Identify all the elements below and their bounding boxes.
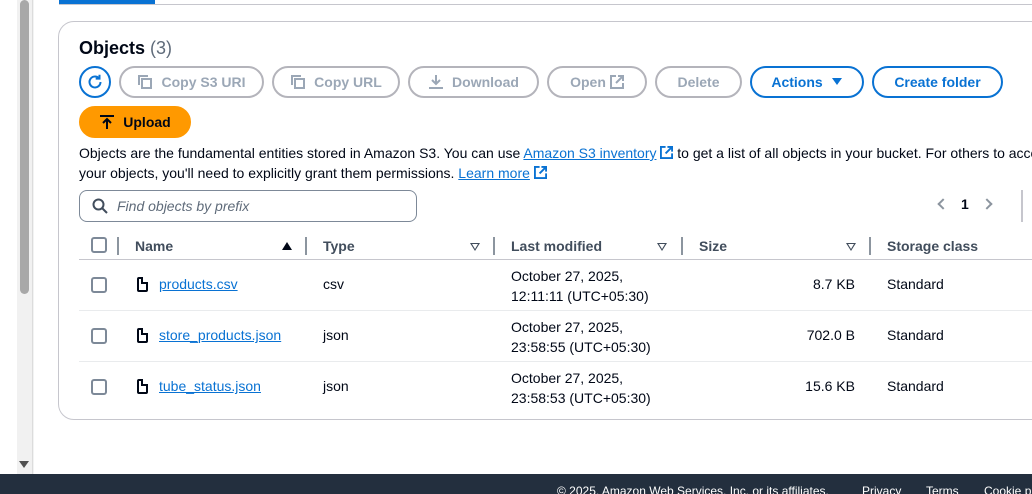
refresh-icon [88, 74, 102, 89]
file-icon [137, 277, 148, 292]
column-divider[interactable] [305, 237, 307, 255]
modified-time: 23:58:55 (UTC+05:30) [511, 339, 651, 355]
page-footer: © 2025, Amazon Web Services, Inc. or its… [0, 474, 1032, 494]
copy-s3-uri-button[interactable]: Copy S3 URI [119, 66, 264, 98]
table-row[interactable]: products.csv csv October 27, 2025, 12:11… [79, 260, 1032, 311]
table-row[interactable]: tube_status.json json October 27, 2025, … [79, 362, 1032, 413]
object-size: 15.6 KB [805, 378, 855, 394]
learn-more-link[interactable]: Learn more [458, 165, 530, 181]
tab-active-indicator [59, 0, 155, 4]
object-storage-class: Standard [887, 276, 944, 292]
object-last-modified: October 27, 2025, 23:58:55 (UTC+05:30) [511, 317, 651, 357]
object-last-modified: October 27, 2025, 23:58:53 (UTC+05:30) [511, 368, 651, 408]
modified-time: 12:11:11 (UTC+05:30) [511, 288, 649, 304]
row-checkbox[interactable] [91, 379, 107, 395]
column-header-last-modified[interactable]: Last modified [511, 238, 602, 254]
row-checkbox[interactable] [91, 277, 107, 293]
download-label: Download [452, 74, 519, 90]
search-input[interactable] [117, 198, 397, 214]
object-storage-class: Standard [887, 327, 944, 343]
column-header-size[interactable]: Size [699, 238, 727, 254]
objects-table: Name Type Last modified Size Storage cla… [79, 234, 1032, 413]
sort-icon[interactable] [470, 243, 480, 252]
file-icon [137, 379, 148, 394]
column-header-name[interactable]: Name [135, 238, 173, 254]
object-name-link[interactable]: store_products.json [159, 327, 281, 343]
column-divider [117, 237, 119, 255]
copy-url-label: Copy URL [314, 74, 382, 90]
actions-dropdown[interactable]: Actions [750, 66, 864, 98]
external-link-icon [660, 146, 674, 159]
delete-button[interactable]: Delete [655, 66, 742, 98]
chevron-right-icon[interactable] [981, 198, 993, 210]
download-button[interactable]: Download [408, 66, 539, 98]
footer-cookie-link[interactable]: Cookie p [984, 484, 1031, 494]
row-checkbox[interactable] [91, 328, 107, 344]
object-type: json [323, 327, 349, 343]
create-folder-label: Create folder [894, 74, 981, 90]
object-name-link[interactable]: tube_status.json [159, 378, 261, 394]
page-number[interactable]: 1 [961, 196, 969, 212]
external-link-icon [609, 75, 624, 89]
column-divider[interactable] [493, 237, 495, 255]
open-label: Open [570, 74, 606, 90]
column-header-type[interactable]: Type [323, 238, 355, 254]
scroll-down-arrow-icon[interactable] [19, 461, 29, 468]
sort-icon[interactable] [657, 243, 667, 252]
footer-terms-link[interactable]: Terms [926, 484, 959, 494]
file-icon [137, 328, 148, 343]
object-storage-class: Standard [887, 378, 944, 394]
chevron-left-icon[interactable] [937, 198, 949, 210]
modified-date: October 27, 2025, [511, 370, 624, 386]
modified-date: October 27, 2025, [511, 319, 624, 335]
refresh-button[interactable] [79, 66, 111, 98]
copy-s3-uri-label: Copy S3 URI [161, 74, 246, 90]
object-size: 702.0 B [806, 327, 855, 343]
copy-icon [291, 75, 306, 89]
select-all-checkbox[interactable] [91, 237, 107, 253]
description-text-1: Objects are the fundamental entities sto… [79, 145, 521, 161]
objects-title: Objects [79, 38, 146, 58]
upload-icon [100, 115, 115, 129]
copy-url-button[interactable]: Copy URL [272, 66, 400, 98]
create-folder-button[interactable]: Create folder [872, 66, 1003, 98]
modified-time: 23:58:53 (UTC+05:30) [511, 390, 651, 406]
object-type: csv [323, 276, 344, 292]
pager-divider [1021, 190, 1023, 222]
caret-down-icon [831, 78, 842, 85]
open-button[interactable]: Open [547, 66, 647, 98]
upload-button[interactable]: Upload [79, 106, 191, 138]
external-link-icon [533, 166, 547, 179]
column-header-storage-class[interactable]: Storage class [887, 238, 978, 254]
pagination: 1 [937, 196, 993, 212]
table-header: Name Type Last modified Size Storage cla… [79, 234, 1032, 260]
search-box[interactable] [79, 190, 417, 222]
objects-heading: Objects (3) [79, 38, 172, 59]
footer-privacy-link[interactable]: Privacy [862, 484, 901, 494]
object-type: json [323, 378, 349, 394]
column-divider[interactable] [869, 237, 871, 255]
object-last-modified: October 27, 2025, 12:11:11 (UTC+05:30) [511, 266, 649, 306]
upload-label: Upload [123, 114, 171, 130]
inventory-link[interactable]: Amazon S3 inventory [523, 145, 656, 161]
object-size: 8.7 KB [812, 276, 855, 292]
sort-icon[interactable] [846, 243, 856, 252]
sort-ascending-icon[interactable] [282, 242, 292, 250]
objects-description: Objects are the fundamental entities sto… [79, 143, 1032, 183]
tab-strip [59, 0, 1032, 5]
download-icon [429, 75, 444, 89]
delete-label: Delete [677, 74, 720, 90]
search-icon [92, 198, 108, 214]
object-name-link[interactable]: products.csv [159, 276, 238, 292]
table-row[interactable]: store_products.json json October 27, 202… [79, 311, 1032, 362]
main-content: Objects (3) Copy S3 URI Copy URL Downloa… [34, 0, 1032, 474]
modified-date: October 27, 2025, [511, 268, 624, 284]
scrollbar-thumb[interactable] [20, 0, 29, 294]
actions-label: Actions [771, 74, 823, 90]
copy-icon [138, 75, 153, 89]
footer-copyright: © 2025, Amazon Web Services, Inc. or its… [557, 484, 829, 494]
objects-count: (3) [150, 38, 173, 58]
objects-container: Objects (3) Copy S3 URI Copy URL Downloa… [58, 21, 1032, 420]
column-divider[interactable] [681, 237, 683, 255]
